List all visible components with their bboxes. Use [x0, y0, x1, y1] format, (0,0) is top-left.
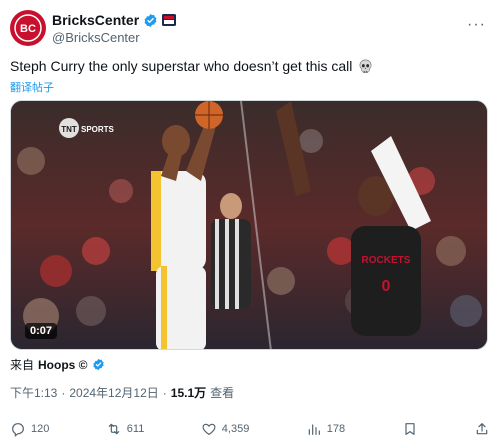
video-frame: ROCKETS 0 TNT SPORTS: [11, 101, 487, 349]
skull-emoji-icon: [359, 59, 372, 73]
svg-text:0: 0: [382, 278, 391, 295]
source-name[interactable]: Hoops ©: [38, 358, 88, 372]
views-label: 查看: [210, 386, 235, 400]
tweet-header: BC BricksCenter @BricksCenter ···: [10, 10, 490, 48]
share-icon: [476, 423, 488, 435]
tweet-body: Steph Curry the only superstar who doesn…: [10, 58, 353, 74]
svg-text:ROCKETS: ROCKETS: [362, 255, 411, 266]
bar-chart-icon: [308, 424, 320, 435]
view-stats-button[interactable]: 178: [306, 421, 345, 437]
action-bar: 120 611 4,359 178: [10, 420, 490, 438]
bookmark-icon: [404, 423, 415, 435]
tweet-text: Steph Curry the only superstar who doesn…: [10, 58, 373, 74]
like-count: 4,359: [221, 423, 250, 435]
retweet-icon: [108, 423, 120, 435]
source-verified-icon: [92, 358, 104, 371]
translate-post-link[interactable]: 翻译帖子: [10, 79, 54, 95]
tweet-meta: 下午1:13 · 2024年12月12日 · 15.1万 查看: [10, 384, 234, 401]
verified-badge-icon: [144, 13, 157, 27]
source-prefix: 来自: [10, 358, 35, 372]
post-time[interactable]: 下午1:13: [10, 384, 57, 401]
bookmark-count: 178: [326, 423, 346, 435]
account-handle[interactable]: @BricksCenter: [52, 30, 140, 45]
avatar[interactable]: BC: [10, 10, 46, 46]
video-duration: 0:07: [25, 323, 58, 339]
bookmark-button[interactable]: [402, 421, 418, 437]
reply-count: 120: [31, 423, 50, 435]
view-count: 15.1万: [170, 386, 207, 400]
heart-icon: [202, 423, 216, 435]
display-name[interactable]: BricksCenter: [52, 12, 139, 28]
like-button[interactable]: 4,359: [201, 421, 250, 437]
video-player[interactable]: ROCKETS 0 TNT SPORTS 0:07: [10, 100, 488, 350]
svg-text:SPORTS: SPORTS: [81, 125, 115, 134]
more-options-icon[interactable]: ···: [467, 16, 486, 34]
reply-button[interactable]: 120: [10, 421, 49, 437]
meta-separator: ·: [162, 385, 167, 400]
retweet-count: 611: [126, 423, 145, 435]
source-attribution: 来自 Hoops ©: [10, 356, 105, 373]
post-date[interactable]: 2024年12月12日: [69, 384, 158, 401]
svg-text:BC: BC: [20, 23, 36, 35]
reply-icon: [12, 423, 24, 437]
share-button[interactable]: [474, 421, 490, 437]
retweet-button[interactable]: 611: [106, 421, 145, 437]
meta-separator: ·: [61, 385, 66, 400]
affiliate-flag-icon: [162, 14, 177, 26]
svg-text:TNT: TNT: [61, 125, 77, 134]
